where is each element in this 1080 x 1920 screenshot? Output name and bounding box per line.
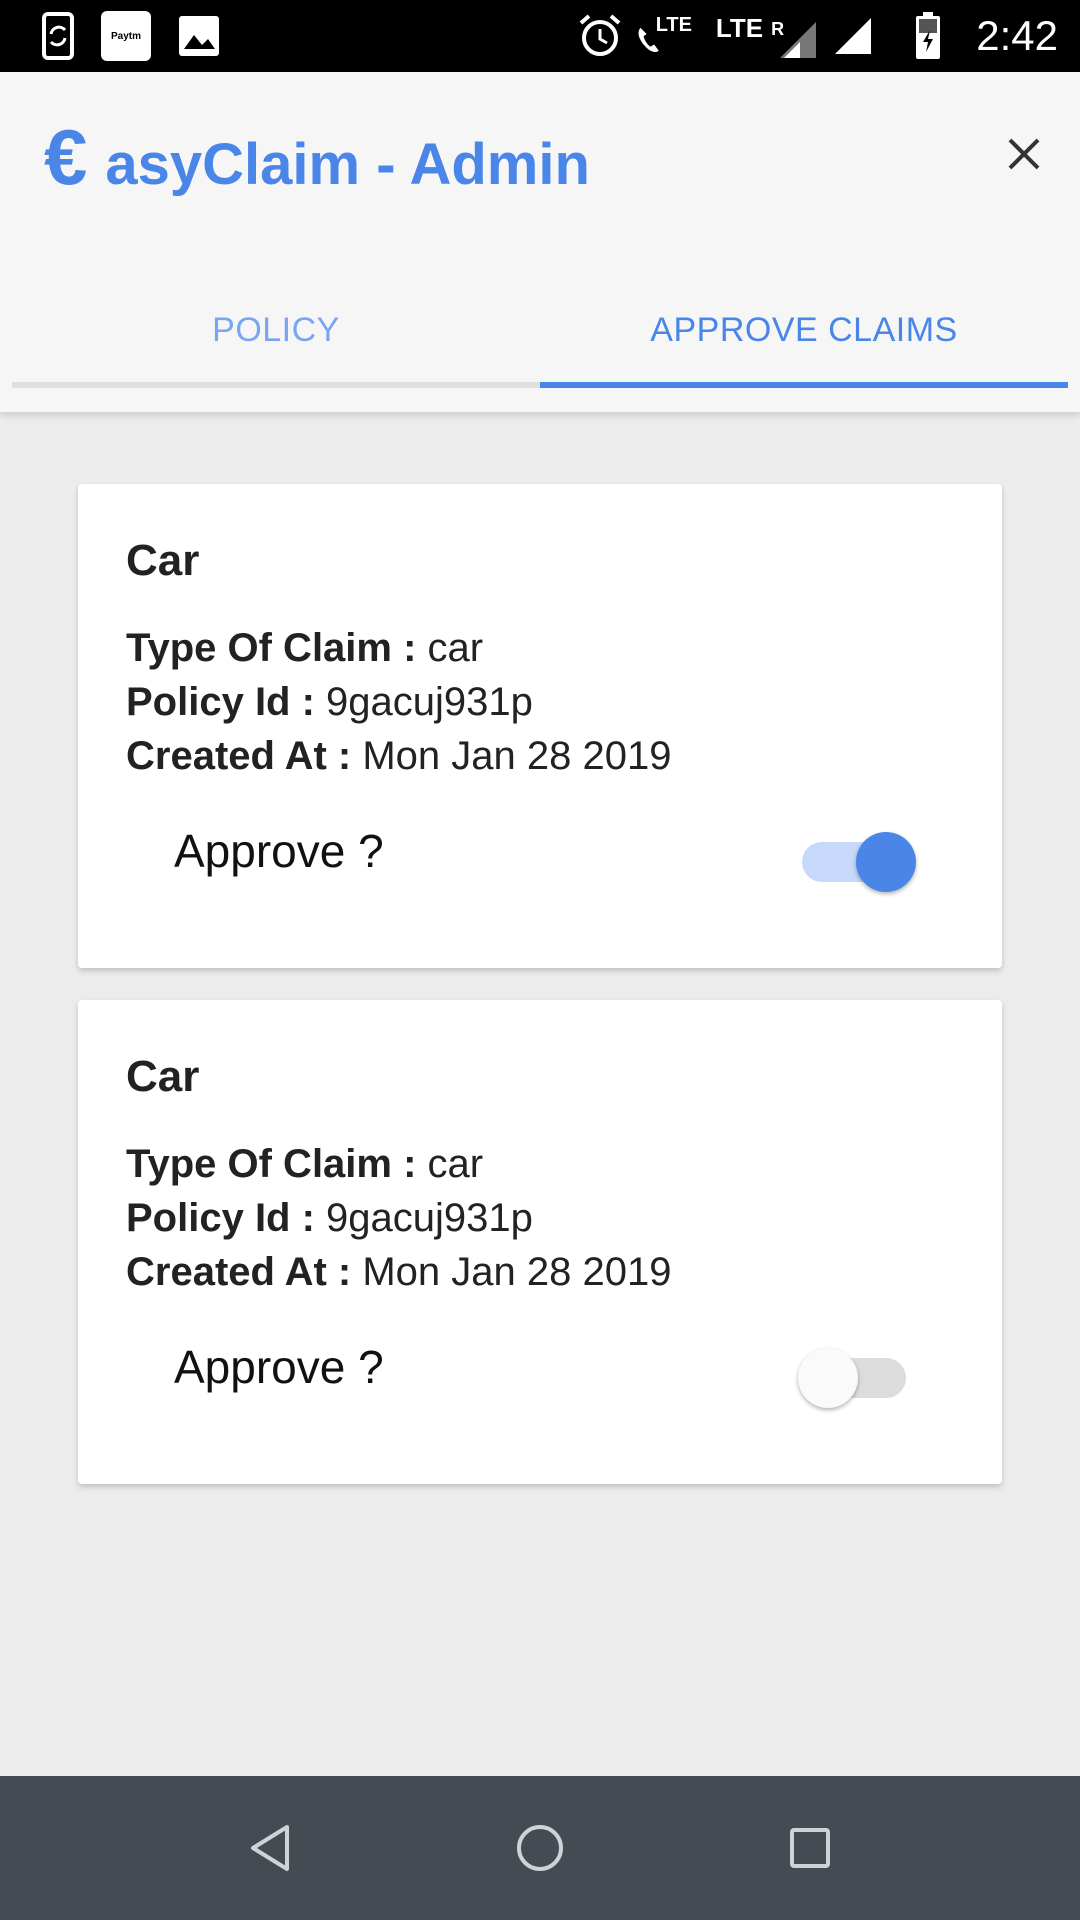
battery-icon — [910, 0, 946, 72]
paytm-label: Paytm — [110, 30, 141, 42]
claim-title: Car — [126, 536, 200, 585]
status-bar: Paytm LTE LTE R 2:42 — [0, 0, 1080, 72]
image-icon — [176, 0, 222, 72]
lte-label-1: LTE — [655, 13, 692, 36]
paytm-icon: Paytm — [100, 0, 152, 72]
tab-approve-claims-label: APPROVE CLAIMS — [650, 310, 958, 349]
approve-toggle[interactable] — [798, 828, 916, 892]
close-button[interactable] — [994, 124, 1054, 184]
home-button[interactable] — [500, 1812, 580, 1884]
policy-id-row: Policy Id : 9gacuj931p — [126, 1196, 533, 1241]
lte-label-2: LTE — [715, 12, 764, 43]
euro-logo-icon: € — [44, 113, 88, 201]
created-at-value: Mon Jan 28 2019 — [362, 734, 672, 778]
tab-bar: POLICY APPROVE CLAIMS — [12, 272, 1068, 408]
created-at-row: Created At : Mon Jan 28 2019 — [126, 1250, 671, 1295]
app-title: € asyClaim - Admin — [44, 118, 590, 198]
back-button[interactable] — [230, 1812, 310, 1884]
claim-type-label: Type Of Claim : — [126, 626, 428, 670]
back-icon — [251, 1825, 289, 1871]
clock-time: 2:42 — [976, 12, 1058, 59]
toggle-knob — [798, 1348, 858, 1408]
screen-rotation-icon — [34, 0, 82, 72]
close-icon — [1008, 138, 1040, 170]
approve-label: Approve ? — [174, 825, 384, 877]
claim-type-row: Type Of Claim : car — [126, 1142, 483, 1187]
recents-icon — [790, 1828, 830, 1868]
signal-icon: LTE R — [712, 0, 822, 72]
home-icon — [517, 1825, 563, 1871]
created-at-label: Created At : — [126, 734, 363, 778]
app-title-text: asyClaim - Admin — [105, 132, 590, 197]
claim-card: Car Type Of Claim : car Policy Id : 9gac… — [78, 1000, 1002, 1484]
approve-label: Approve ? — [174, 1341, 384, 1393]
tab-active-indicator — [540, 382, 1068, 388]
signal-icon — [830, 0, 876, 72]
policy-id-label: Policy Id : — [126, 1196, 327, 1240]
policy-id-value: 9gacuj931p — [326, 1196, 533, 1240]
tab-policy[interactable]: POLICY — [12, 272, 540, 388]
volte-call-icon: LTE — [636, 0, 692, 72]
recents-button[interactable] — [770, 1812, 850, 1884]
approve-toggle[interactable] — [798, 1344, 908, 1408]
toggle-knob — [856, 832, 916, 892]
claim-card: Car Type Of Claim : car Policy Id : 9gac… — [78, 484, 1002, 968]
policy-id-label: Policy Id : — [126, 680, 327, 724]
claim-type-value: car — [427, 626, 484, 670]
claim-type-value: car — [427, 1142, 484, 1186]
app-header: € asyClaim - Admin POLICY APPROVE CLAIMS — [0, 72, 1080, 412]
policy-id-row: Policy Id : 9gacuj931p — [126, 680, 533, 725]
claim-title: Car — [126, 1052, 200, 1101]
policy-id-value: 9gacuj931p — [326, 680, 533, 724]
system-nav-bar — [0, 1776, 1080, 1920]
created-at-value: Mon Jan 28 2019 — [362, 1250, 672, 1294]
created-at-row: Created At : Mon Jan 28 2019 — [126, 734, 671, 779]
claim-type-label: Type Of Claim : — [126, 1142, 428, 1186]
alarm-icon — [576, 0, 624, 72]
claim-type-row: Type Of Claim : car — [126, 626, 483, 671]
tab-policy-label: POLICY — [212, 310, 340, 349]
created-at-label: Created At : — [126, 1250, 363, 1294]
tab-approve-claims[interactable]: APPROVE CLAIMS — [540, 272, 1068, 388]
